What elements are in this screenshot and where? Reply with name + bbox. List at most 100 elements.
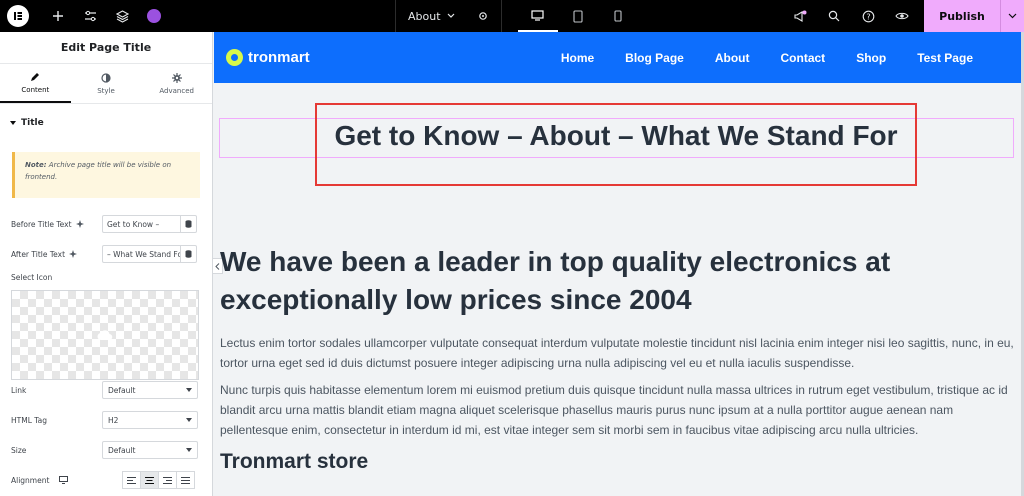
gear-icon — [171, 72, 182, 83]
link-label: Link — [11, 385, 27, 395]
logo-mark-icon — [226, 49, 243, 66]
desktop-view-button[interactable] — [517, 0, 558, 32]
preview-eye-icon[interactable] — [885, 0, 919, 32]
notifications-megaphone-icon[interactable] — [783, 0, 817, 32]
caret-down-icon — [10, 120, 16, 125]
align-center-button[interactable] — [140, 471, 159, 489]
link-select[interactable]: Default — [102, 381, 198, 399]
tab-label: Style — [97, 86, 115, 95]
tab-label: Advanced — [159, 86, 194, 95]
search-icon[interactable] — [817, 0, 851, 32]
editor-topbar: About ? Publish — [0, 0, 1024, 32]
publish-options-button[interactable] — [1000, 0, 1024, 32]
align-justify-button[interactable] — [176, 471, 195, 489]
panel-tabs: Content Style Advanced — [0, 64, 212, 104]
structure-layers-icon[interactable] — [106, 0, 138, 32]
icon-picker[interactable] — [11, 290, 199, 380]
site-settings-icon[interactable] — [74, 0, 106, 32]
caret-down-icon — [186, 448, 192, 452]
html-tag-label: HTML Tag — [11, 415, 47, 425]
nav-contact[interactable]: Contact — [781, 51, 826, 65]
note-bold: Note: — [25, 161, 47, 169]
alignment-buttons — [122, 471, 195, 489]
tab-style[interactable]: Style — [71, 64, 142, 103]
caret-down-icon — [186, 388, 192, 392]
page-selector[interactable]: About — [395, 0, 502, 32]
caret-down-icon — [186, 418, 192, 422]
desktop-icon[interactable] — [59, 476, 69, 484]
nav-about[interactable]: About — [715, 51, 750, 65]
chevron-down-icon — [447, 13, 454, 18]
tab-content[interactable]: Content — [0, 64, 71, 103]
html-tag-row: HTML Tag H2 — [0, 410, 213, 430]
elementor-logo-icon[interactable] — [0, 0, 32, 32]
nav-blog-page[interactable]: Blog Page — [625, 51, 684, 65]
nav-shop[interactable]: Shop — [856, 51, 886, 65]
highlight-annotation-box — [315, 103, 917, 186]
alignment-label: Alignment — [11, 475, 50, 485]
section-title-toggle[interactable]: Title — [0, 104, 212, 142]
size-select[interactable]: Default — [102, 441, 198, 459]
select-icon-row: Select Icon — [0, 267, 212, 287]
ai-sparkle-icon[interactable] — [69, 250, 78, 258]
before-title-row: Before Title Text Get to Know – — [0, 214, 212, 234]
ai-assistant-icon[interactable] — [138, 0, 170, 32]
svg-text:?: ? — [866, 12, 870, 21]
after-title-row: After Title Text – What We Stand For — [0, 244, 212, 264]
nav-home[interactable]: Home — [561, 51, 594, 65]
align-left-icon — [127, 476, 136, 484]
link-row: Link Default — [0, 380, 213, 400]
store-heading: Tronmart store — [220, 450, 369, 473]
page-settings-icon[interactable] — [477, 10, 489, 22]
html-tag-select[interactable]: H2 — [102, 411, 198, 429]
size-value: Default — [108, 445, 136, 455]
site-header: tronmart Home Blog Page About Contact Sh… — [214, 32, 1021, 83]
desktop-icon — [531, 9, 544, 21]
note-text: Archive page title will be visible on fr… — [25, 161, 172, 181]
section-title-label: Title — [21, 118, 44, 128]
size-row: Size Default — [0, 440, 213, 460]
size-label: Size — [11, 445, 27, 455]
site-logo[interactable]: tronmart — [226, 49, 310, 66]
database-icon — [185, 250, 192, 258]
chevron-down-icon — [1008, 13, 1017, 19]
align-right-button[interactable] — [158, 471, 177, 489]
mobile-icon — [613, 10, 622, 22]
after-title-label: After Title Text — [11, 249, 66, 259]
mobile-view-button[interactable] — [598, 0, 638, 32]
dynamic-tags-button[interactable] — [181, 245, 197, 263]
align-justify-icon — [181, 476, 190, 484]
after-title-input[interactable]: – What We Stand For — [102, 245, 181, 263]
logo-text: tronmart — [248, 49, 310, 66]
archive-note: Note: Archive page title will be visible… — [12, 152, 200, 198]
html-tag-value: H2 — [108, 415, 119, 425]
align-right-icon — [163, 476, 172, 484]
site-nav: Home Blog Page About Contact Shop Test P… — [530, 51, 973, 65]
main-heading: We have been a leader in top quality ele… — [220, 246, 891, 315]
paragraph-2: Nunc turpis quis habitasse elementum lor… — [220, 383, 1008, 437]
paragraph-1: Lectus enim tortor sodales ullamcorper v… — [220, 336, 1014, 370]
link-value: Default — [108, 385, 136, 395]
nav-test-page[interactable]: Test Page — [917, 51, 973, 65]
before-title-input[interactable]: Get to Know – — [102, 215, 181, 233]
contrast-icon — [101, 72, 111, 83]
alignment-row: Alignment — [0, 470, 213, 490]
align-left-button[interactable] — [122, 471, 141, 489]
align-center-icon — [145, 476, 154, 484]
tablet-view-button[interactable] — [558, 0, 598, 32]
help-icon[interactable]: ? — [851, 0, 885, 32]
upload-icon — [97, 330, 113, 341]
before-title-label: Before Title Text — [11, 219, 72, 229]
tablet-icon — [572, 9, 583, 23]
add-element-icon[interactable] — [42, 0, 74, 32]
ai-sparkle-icon[interactable] — [75, 220, 84, 228]
dynamic-tags-button[interactable] — [181, 215, 197, 233]
tab-label: Content — [21, 85, 50, 94]
publish-button[interactable]: Publish — [924, 0, 1000, 32]
tab-advanced[interactable]: Advanced — [141, 64, 212, 103]
page-selector-label: About — [408, 9, 441, 23]
pencil-icon — [31, 72, 40, 81]
panel-title: Edit Page Title — [0, 32, 212, 64]
database-icon — [185, 220, 192, 228]
select-icon-label: Select Icon — [11, 272, 53, 282]
